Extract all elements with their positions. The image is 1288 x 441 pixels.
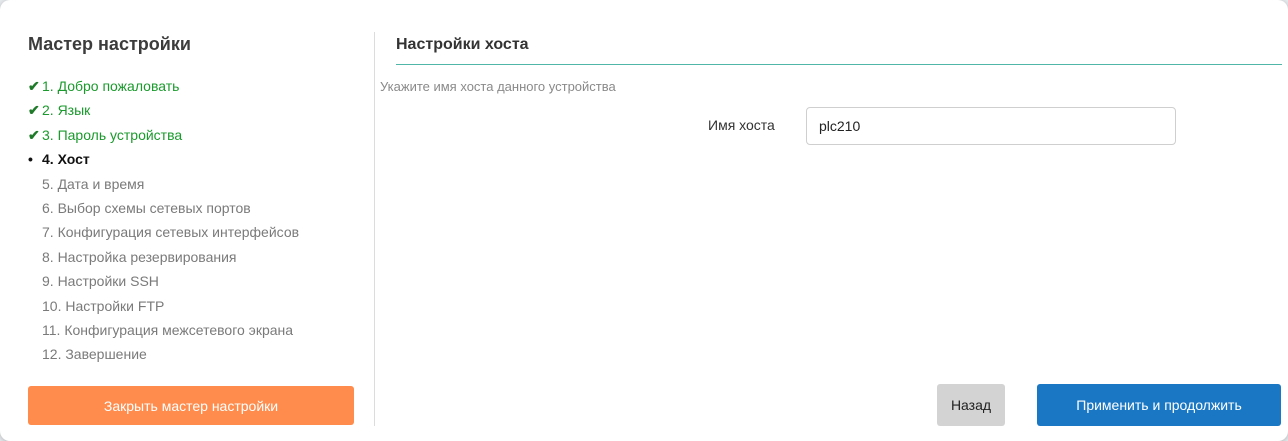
checkmark-icon: ✔ xyxy=(28,102,40,119)
step-label: 10. Настройки FTP xyxy=(42,297,165,314)
wizard-steps-list: ✔ 1. Добро пожаловать ✔ 2. Язык ✔ 3. Пароль… xyxy=(28,74,299,367)
step-port-scheme: 6. Выбор схемы сетевых портов xyxy=(28,196,299,220)
sidebar-title: Мастер настройки xyxy=(28,34,191,54)
step-label: 7. Конфигурация сетевых интерфейсов xyxy=(42,224,300,241)
checkmark-icon: ✔ xyxy=(28,126,40,143)
back-button[interactable]: Назад xyxy=(937,384,1005,426)
hostname-input[interactable] xyxy=(806,107,1176,145)
step-ssh: 9. Настройки SSH xyxy=(28,269,299,293)
step-date-time: 5. Дата и время xyxy=(28,172,299,196)
step-language[interactable]: ✔ 2. Язык xyxy=(28,98,299,122)
step-network-interfaces: 7. Конфигурация сетевых интерфейсов xyxy=(28,220,299,244)
main-panel: Настройки хоста Укажите имя хоста данног… xyxy=(380,20,1288,430)
wizard-sidebar: Мастер настройки ✔ 1. Добро пожаловать ✔ 2… xyxy=(28,20,358,430)
step-label: 6. Выбор схемы сетевых портов xyxy=(42,199,251,216)
step-label: 5. Дата и время xyxy=(42,175,145,192)
step-label: 9. Настройки SSH xyxy=(42,273,159,290)
hostname-label: Имя хоста xyxy=(708,117,775,133)
step-welcome[interactable]: ✔ 1. Добро пожаловать xyxy=(28,74,299,98)
step-host: • 4. Хост xyxy=(28,147,299,171)
step-finish: 12. Завершение xyxy=(28,342,299,366)
step-label: 11. Конфигурация межсетевого экрана xyxy=(42,321,294,338)
step-device-password[interactable]: ✔ 3. Пароль устройства xyxy=(28,123,299,147)
section-underline xyxy=(396,64,1282,65)
step-label: 2. Язык xyxy=(42,102,91,119)
sidebar-divider xyxy=(374,32,375,426)
step-label: 8. Настройка резервирования xyxy=(42,248,237,265)
setup-wizard-card: Мастер настройки ✔ 1. Добро пожаловать ✔ 2… xyxy=(0,0,1288,441)
step-label: 1. Добро пожаловать xyxy=(42,78,180,94)
step-ftp: 10. Настройки FTP xyxy=(28,294,299,318)
step-label: 4. Хост xyxy=(42,151,90,168)
hostname-hint: Укажите имя хоста данного устройства xyxy=(380,79,616,94)
apply-continue-button[interactable]: Применить и продолжить xyxy=(1037,384,1281,426)
step-label: 3. Пароль устройства xyxy=(42,126,183,143)
close-wizard-button[interactable]: Закрыть мастер настройки xyxy=(28,386,354,425)
step-firewall: 11. Конфигурация межсетевого экрана xyxy=(28,318,299,342)
step-label: 12. Завершение xyxy=(42,346,147,363)
step-redundancy: 8. Настройка резервирования xyxy=(28,245,299,269)
bullet-icon: • xyxy=(28,151,33,168)
section-title: Настройки хоста xyxy=(396,36,529,53)
checkmark-icon: ✔ xyxy=(28,78,40,94)
